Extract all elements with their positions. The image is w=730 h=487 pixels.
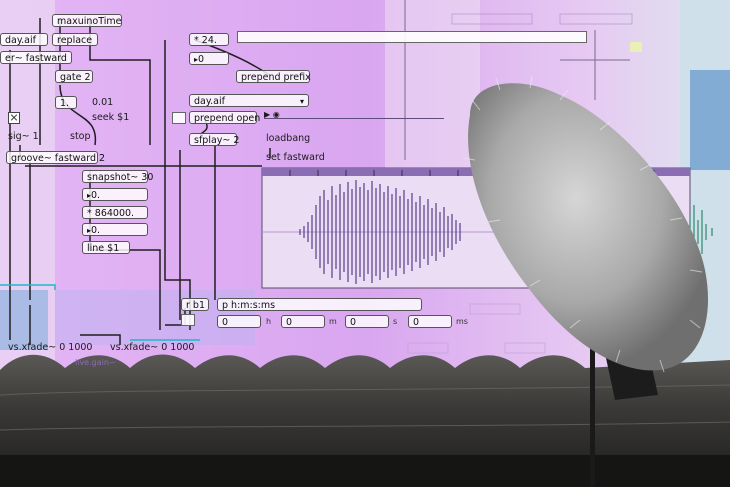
live-gain-object[interactable]: live.gain~ bbox=[75, 358, 116, 367]
xfade-object-2[interactable]: vs.xfade~ 0 1000 bbox=[110, 342, 194, 353]
mic-stand bbox=[590, 330, 595, 487]
replace-message[interactable]: replace bbox=[52, 33, 98, 46]
fastward-message[interactable]: er~ fastward bbox=[0, 51, 72, 64]
number-box-zero-2[interactable]: 0. bbox=[82, 223, 148, 236]
hours-field[interactable]: 0 bbox=[217, 315, 261, 328]
light-panel-mid bbox=[385, 0, 480, 170]
seek-message[interactable]: seek $1 bbox=[92, 112, 129, 123]
bang-toggle-button[interactable] bbox=[8, 112, 20, 124]
stop-message[interactable]: stop bbox=[70, 131, 91, 142]
seconds-field[interactable]: 0 bbox=[345, 315, 389, 328]
unit-seconds: s bbox=[393, 317, 398, 326]
blue-block-right bbox=[690, 70, 730, 170]
unit-hours: h bbox=[266, 317, 272, 326]
open-toggle[interactable] bbox=[172, 112, 186, 124]
maxuinotime-object[interactable]: maxuinoTime bbox=[52, 14, 122, 27]
snapshot-object[interactable]: snapshot~ 30 bbox=[82, 170, 153, 183]
sfplay-object[interactable]: sfplay~ 2 bbox=[189, 133, 239, 146]
line-object[interactable]: line $1 bbox=[82, 241, 130, 254]
minutes-field[interactable]: 0 bbox=[281, 315, 325, 328]
roof-lower-band bbox=[0, 455, 730, 487]
bang-button[interactable] bbox=[181, 314, 195, 326]
number-box-one[interactable]: 1. bbox=[55, 96, 77, 109]
file-menu[interactable]: day.aif bbox=[189, 94, 309, 107]
number-box-0[interactable]: 0 bbox=[189, 52, 229, 65]
unit-milliseconds: ms bbox=[456, 317, 468, 326]
multiply-24-object[interactable]: * 24. bbox=[189, 33, 229, 46]
transport-slider-icon[interactable]: ▶ ◉ bbox=[264, 110, 444, 119]
milliseconds-field[interactable]: 0 bbox=[408, 315, 452, 328]
text-field-top[interactable] bbox=[237, 31, 587, 43]
blue-block-left bbox=[0, 290, 48, 350]
set-fastward-message[interactable]: set fastward bbox=[266, 152, 325, 163]
gate-object[interactable]: gate 2 bbox=[55, 70, 93, 83]
xfade-object-1[interactable]: vs.xfade~ 0 1000 bbox=[8, 342, 92, 353]
groove-object[interactable]: groove~ fastward 2 bbox=[6, 151, 105, 164]
prepend-prefix-object[interactable]: prepend prefix bbox=[236, 70, 311, 83]
multiply-object[interactable]: * 864000. bbox=[82, 206, 148, 219]
number-box-zero[interactable]: 0. bbox=[82, 188, 148, 201]
receive-b1-object[interactable]: r b1 bbox=[181, 298, 209, 311]
number-point01: 0.01 bbox=[92, 97, 114, 108]
prepend-open-object[interactable]: prepend open bbox=[189, 111, 260, 124]
yellow-patch bbox=[630, 42, 642, 52]
loadbang-object[interactable]: loadbang bbox=[266, 133, 310, 144]
sig-object: sig~ 1. bbox=[8, 131, 42, 142]
unit-minutes: m bbox=[329, 317, 337, 326]
day-aif-message[interactable]: day.aif bbox=[0, 33, 48, 46]
phms-subpatch[interactable]: p h:m:s:ms bbox=[217, 298, 422, 311]
